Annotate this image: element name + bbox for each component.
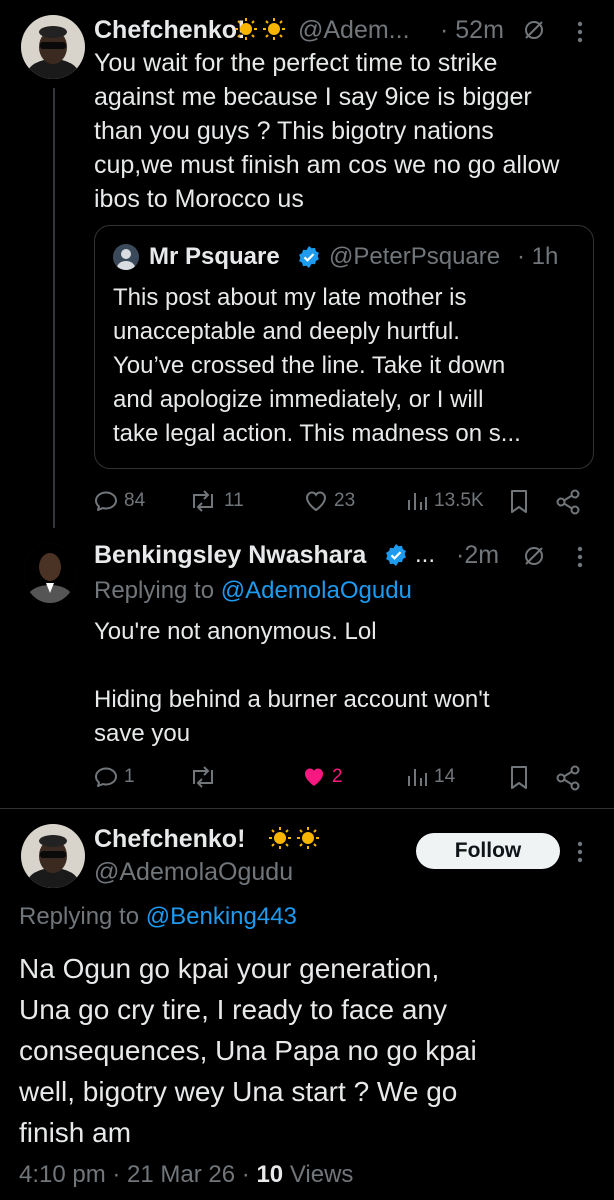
tweet-text: You're not anonymous. Lol Hiding behind … bbox=[94, 618, 490, 747]
edited-icon bbox=[523, 545, 545, 572]
share-button[interactable] bbox=[555, 765, 581, 796]
tweet-meta: 4:10 pm · 21 Mar 26 · 10 Views bbox=[19, 1161, 354, 1188]
replying-to-link[interactable]: @Benking443 bbox=[146, 903, 297, 930]
reply-count: 1 bbox=[124, 766, 135, 787]
thread-connector-line bbox=[53, 88, 55, 528]
timestamp[interactable]: · 52m bbox=[440, 16, 504, 45]
share-icon bbox=[556, 489, 580, 515]
more-options-icon[interactable] bbox=[570, 20, 590, 49]
handle[interactable]: @AdemolaOgudu bbox=[94, 858, 293, 887]
bookmark-button[interactable] bbox=[508, 765, 530, 796]
share-icon bbox=[556, 765, 580, 791]
bookmark-button[interactable] bbox=[508, 489, 530, 520]
views-button[interactable]: 14 bbox=[406, 765, 455, 789]
more-options-icon[interactable] bbox=[570, 545, 590, 574]
like-button[interactable]: 23 bbox=[304, 489, 355, 513]
repost-button[interactable]: 11 bbox=[188, 489, 244, 513]
quoted-text: This post about my late mother is unacce… bbox=[113, 284, 521, 447]
replying-to: Replying to @Benking443 bbox=[19, 903, 297, 930]
avatar-image bbox=[21, 15, 85, 79]
quoted-handle: @PeterPsquare bbox=[329, 243, 501, 270]
views-label: Views bbox=[289, 1161, 354, 1188]
reply-count: 84 bbox=[124, 490, 146, 511]
heart-icon bbox=[305, 491, 327, 512]
replying-to: Replying to @AdemolaOgudu bbox=[94, 577, 412, 604]
heart-filled-icon bbox=[305, 768, 323, 786]
display-name[interactable]: Chefchenko! bbox=[94, 825, 245, 854]
verified-badge-icon bbox=[384, 543, 408, 572]
views-chart-icon bbox=[408, 493, 427, 510]
views-count: 10 bbox=[256, 1161, 284, 1188]
tweet-text: Na Ogun go kpai your generation, Una go … bbox=[19, 953, 477, 1148]
reply-icon bbox=[95, 767, 117, 787]
divider bbox=[0, 808, 614, 809]
avatar[interactable] bbox=[21, 824, 85, 888]
tweet-text: You wait for the perfect time to strike … bbox=[94, 49, 560, 213]
repost-icon bbox=[193, 490, 213, 512]
quoted-tweet-card[interactable]: Mr Psquare @PeterPsquare · 1h This post … bbox=[94, 225, 594, 469]
sun-badge-icon bbox=[258, 17, 286, 43]
reply-button[interactable]: 84 bbox=[94, 489, 145, 513]
repost-icon bbox=[193, 766, 213, 788]
display-name[interactable]: Chefchenko! bbox=[94, 16, 245, 45]
follow-button[interactable]: Follow bbox=[416, 833, 560, 869]
timestamp[interactable]: ·2m bbox=[456, 541, 499, 570]
like-count: 2 bbox=[332, 766, 343, 787]
display-name[interactable]: Benkingsley Nwashara bbox=[94, 541, 366, 570]
quoted-display-name: Mr Psquare bbox=[149, 243, 280, 270]
bookmark-icon bbox=[511, 766, 527, 789]
sun-badge-icon bbox=[230, 17, 258, 43]
quoted-avatar bbox=[113, 244, 139, 270]
like-count: 23 bbox=[334, 490, 356, 511]
repost-button[interactable] bbox=[188, 765, 224, 789]
more-options-icon[interactable] bbox=[570, 840, 590, 869]
share-button[interactable] bbox=[555, 489, 581, 520]
quoted-timestamp: · 1h bbox=[517, 243, 559, 270]
bookmark-icon bbox=[511, 490, 527, 513]
sun-badge-icon bbox=[292, 826, 320, 852]
avatar[interactable] bbox=[24, 543, 76, 603]
sun-badge-icon bbox=[264, 826, 292, 852]
edited-icon bbox=[523, 19, 545, 46]
reply-button[interactable]: 1 bbox=[94, 765, 135, 789]
name-ellipsis: ... bbox=[415, 541, 436, 568]
verified-badge-icon bbox=[297, 245, 321, 274]
views-count: 13.5K bbox=[434, 490, 484, 511]
avatar[interactable] bbox=[21, 15, 85, 79]
tweet-date[interactable]: 21 Mar 26 bbox=[127, 1161, 235, 1188]
tweet-time[interactable]: 4:10 pm bbox=[19, 1161, 106, 1188]
reply-icon bbox=[95, 491, 117, 511]
views-chart-icon bbox=[408, 769, 427, 786]
repost-count: 11 bbox=[224, 490, 244, 511]
handle[interactable]: @Adem... bbox=[298, 16, 410, 45]
views-count: 14 bbox=[434, 766, 456, 787]
views-button[interactable]: 13.5K bbox=[406, 489, 484, 513]
replying-to-link[interactable]: @AdemolaOgudu bbox=[221, 577, 412, 604]
like-button-active[interactable]: 2 bbox=[302, 765, 343, 789]
